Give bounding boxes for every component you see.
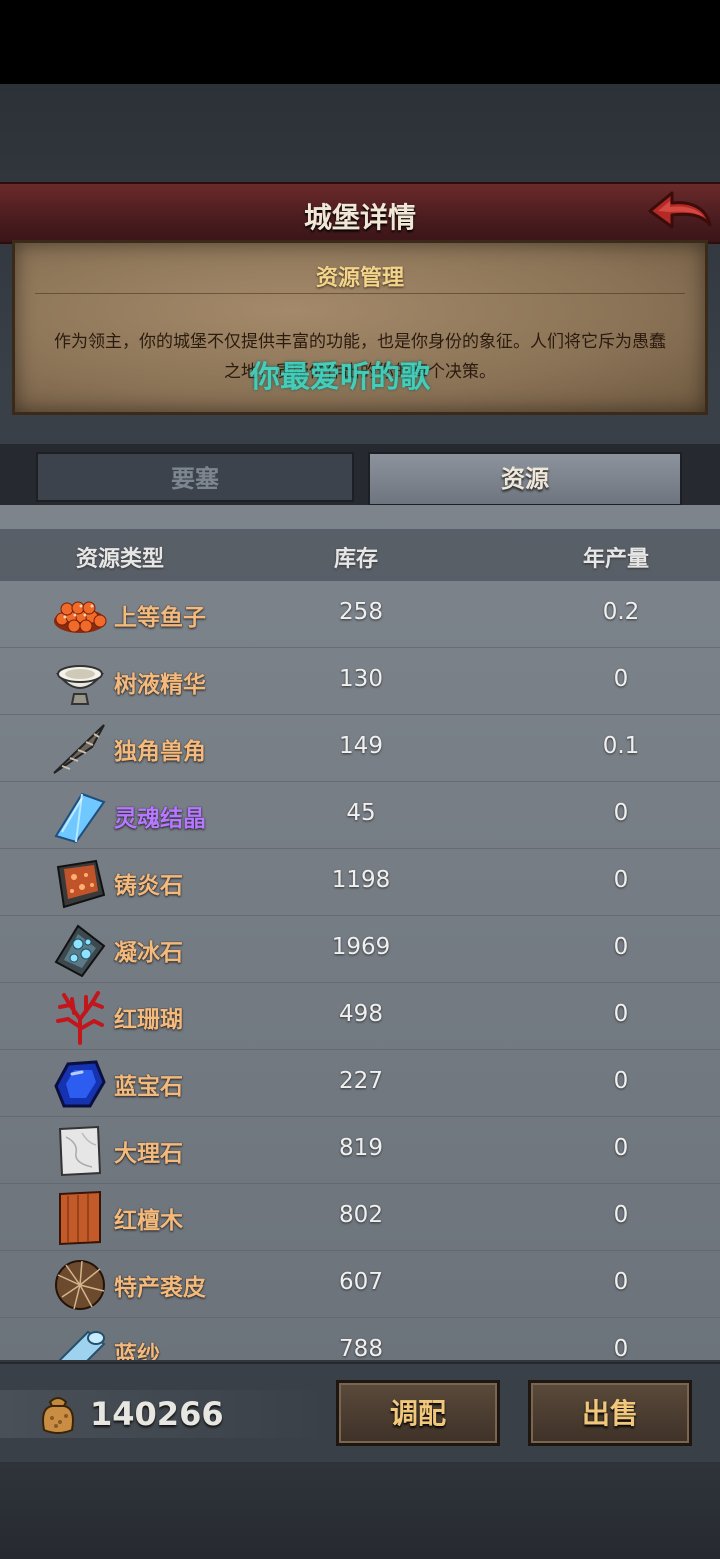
- divider: [35, 293, 685, 294]
- resource-name: 树液精华: [114, 672, 206, 698]
- resource-yield: 0: [613, 1001, 629, 1027]
- coin-value: 140266: [90, 1395, 224, 1433]
- redwood-icon: [59, 1190, 101, 1246]
- ice-stone-icon: [54, 924, 106, 978]
- back-button[interactable]: [646, 185, 714, 241]
- marble-icon: [58, 1125, 102, 1177]
- resource-stock: 130: [339, 666, 383, 692]
- resource-name: 上等鱼子: [114, 605, 206, 631]
- table-row[interactable]: 独角兽角 149 0.1: [0, 715, 720, 782]
- sell-button[interactable]: 出售: [528, 1380, 692, 1446]
- tab-resources[interactable]: 资源: [368, 452, 682, 506]
- fur-icon: [55, 1260, 105, 1310]
- resource-stock: 1198: [331, 867, 391, 893]
- flame-stone-icon: [56, 859, 106, 909]
- resource-name: 蓝宝石: [114, 1074, 183, 1100]
- red-coral-icon: [56, 991, 104, 1045]
- coin-sack-icon: [42, 1397, 74, 1434]
- resource-name: 特产裘皮: [114, 1275, 206, 1301]
- resource-stock: 498: [339, 1001, 383, 1027]
- allocate-button[interactable]: 调配: [336, 1380, 500, 1446]
- header-stock: 库存: [334, 547, 379, 572]
- resource-name: 红檀木: [114, 1208, 183, 1234]
- resource-yield: 0: [613, 867, 629, 893]
- resource-name: 独角兽角: [114, 739, 206, 765]
- unicorn-horn-icon: [53, 724, 105, 774]
- resource-stock: 607: [339, 1269, 383, 1295]
- table-row[interactable]: 大理石 819 0: [0, 1117, 720, 1184]
- page-title: 城堡详情: [303, 201, 416, 234]
- table-row[interactable]: 红珊瑚 498 0: [0, 983, 720, 1050]
- resource-stock: 802: [339, 1202, 383, 1228]
- blue-yarn-icon: [58, 1330, 106, 1360]
- sap-bowl-icon: [55, 665, 105, 705]
- resource-name: 凝冰石: [114, 940, 183, 966]
- table-row[interactable]: 铸炎石 1198 0: [0, 849, 720, 916]
- resource-yield: 0: [613, 1269, 629, 1295]
- resource-yield: 0: [613, 1135, 629, 1161]
- resource-stock: 227: [339, 1068, 383, 1094]
- resource-name: 大理石: [114, 1141, 183, 1167]
- resource-yield: 0.1: [602, 733, 640, 759]
- table-row[interactable]: 蓝纱 788 0: [0, 1318, 720, 1360]
- status-bar-area: [0, 0, 720, 84]
- table-row[interactable]: 蓝宝石 227 0: [0, 1050, 720, 1117]
- table-row[interactable]: 上等鱼子 258 0.2: [0, 581, 720, 648]
- resource-name: 蓝纱: [114, 1342, 160, 1360]
- watermark-text: 你最爱听的歌: [250, 360, 430, 395]
- resource-yield: 0: [613, 666, 629, 692]
- table-row[interactable]: 凝冰石 1969 0: [0, 916, 720, 983]
- resource-stock: 819: [339, 1135, 383, 1161]
- resource-name: 灵魂结晶: [114, 806, 206, 832]
- resource-stock: 1969: [331, 934, 391, 960]
- bottom-background: [0, 1462, 720, 1559]
- resource-table[interactable]: 资源类型 库存 年产量 上等鱼子 258 0.2 树液精华 130 0 独角兽角…: [0, 505, 720, 1360]
- panel-title: 资源管理: [315, 266, 404, 291]
- table-row[interactable]: 特产裘皮 607 0: [0, 1251, 720, 1318]
- title-bar: 城堡详情: [0, 182, 720, 244]
- header-yield: 年产量: [583, 547, 650, 572]
- resource-yield: 0.2: [602, 599, 640, 625]
- caviar-icon: [54, 601, 107, 633]
- table-header: 资源类型 库存 年产量: [0, 529, 720, 581]
- resource-yield: 0: [613, 934, 629, 960]
- table-row[interactable]: 红檀木 802 0: [0, 1184, 720, 1251]
- header-type: 资源类型: [76, 547, 165, 572]
- table-row[interactable]: 树液精华 130 0: [0, 648, 720, 715]
- resource-name: 铸炎石: [114, 873, 183, 899]
- resource-yield: 0: [613, 1068, 629, 1094]
- sapphire-icon: [54, 1060, 106, 1108]
- table-row[interactable]: 灵魂结晶 45 0: [0, 782, 720, 849]
- resource-stock: 149: [339, 733, 383, 759]
- resource-stock: 788: [339, 1336, 383, 1360]
- resource-yield: 0: [613, 1202, 629, 1228]
- soul-crystal-icon: [54, 792, 106, 844]
- resource-yield: 0: [613, 800, 629, 826]
- resource-stock: 45: [346, 800, 376, 826]
- resource-name: 红珊瑚: [114, 1007, 183, 1033]
- back-arrow-icon: [648, 191, 712, 229]
- resource-stock: 258: [339, 599, 383, 625]
- tab-fortress[interactable]: 要塞: [36, 452, 354, 502]
- resource-yield: 0: [613, 1336, 629, 1360]
